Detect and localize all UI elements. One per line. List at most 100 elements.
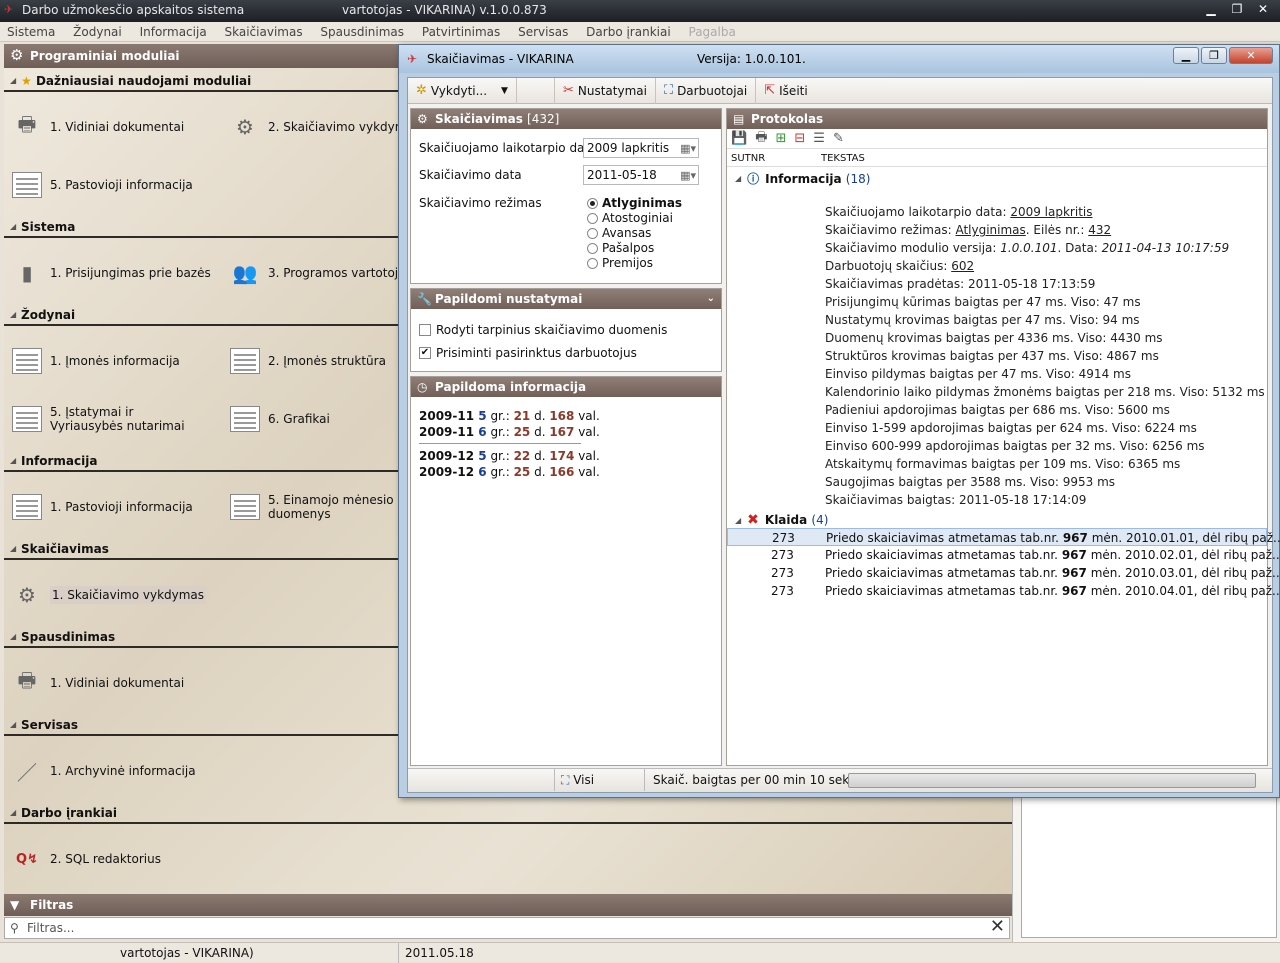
error-row[interactable]: 273 Priedo skaiciavimas atmetamas tab.nr.…: [727, 564, 1280, 582]
settings-button[interactable]: ✂ Nustatymai: [555, 77, 656, 104]
collapse-arrow-icon[interactable]: ◢: [735, 174, 741, 183]
log-line: Duomenų krovimas baigtas per 4336 ms. Vi…: [825, 331, 1163, 345]
date-input[interactable]: 2011-05-18 ▦▾: [583, 165, 699, 185]
module-skaiciavimo-vykdymas-fav[interactable]: ⚙ 2. Skaičiavimo vykdymas: [230, 112, 420, 142]
group-label: Klaida: [764, 513, 808, 527]
mode-radio-atostoginiai[interactable]: Atostoginiai: [587, 211, 673, 225]
checkbox-label: Prisiminti pasirinktus darbuotojus: [436, 346, 637, 360]
mode-radio-premijos[interactable]: Premijos: [587, 256, 653, 270]
log-line: Kalendorinio laiko pildymas žmonėms baig…: [825, 385, 1265, 399]
maximize-button[interactable]: ❐: [1224, 0, 1250, 18]
section-darbo-irankiai[interactable]: ◢ Darbo įrankiai: [4, 802, 1012, 824]
filter-input[interactable]: ⚲ Filtras... ✕: [4, 917, 1010, 939]
menu-sistema[interactable]: Sistema: [0, 22, 62, 42]
error-row[interactable]: 273 Priedo skaiciavimas atmetamas tab.nr.…: [727, 546, 1280, 564]
module-vidiniai-dokumentai[interactable]: 🖶 1. Vidiniai dokumentai: [12, 112, 185, 142]
collapse-chevron-icon[interactable]: ⌄: [707, 289, 715, 309]
menu-spausdinimas[interactable]: Spausdinimas: [313, 22, 411, 42]
module-grafikai[interactable]: 6. Grafikai: [230, 404, 330, 434]
module-archyvine-informacija[interactable]: ／ 1. Archyvinė informacija: [12, 756, 196, 786]
mode-label: Skaičiavimo režimas: [419, 196, 542, 210]
exit-button[interactable]: ⇱ Išeiti: [756, 78, 815, 104]
minimize-button[interactable]: ▁: [1198, 0, 1224, 18]
employees-button[interactable]: ⛶ Darbuotojai: [656, 77, 757, 104]
period-input[interactable]: 2009 lapkritis ▦▾: [583, 138, 699, 158]
dialog-maximize-button[interactable]: ❐: [1201, 47, 1227, 64]
menu-pagalba[interactable]: Pagalba: [682, 22, 743, 42]
print-icon[interactable]: 🖶: [755, 128, 767, 150]
expand-all-icon[interactable]: ⊞: [775, 131, 786, 146]
collapse-all-icon[interactable]: ⊟: [794, 131, 805, 146]
log-line: Prisijungimų kūrimas baigtas per 47 ms. …: [825, 295, 1141, 309]
period-value: 2009 lapkritis: [587, 141, 670, 155]
radio-dot: [587, 212, 598, 224]
dialog-minimize-button[interactable]: ▁: [1173, 47, 1199, 64]
close-button[interactable]: ✕: [1250, 0, 1276, 18]
collapse-arrow-icon: ◢: [10, 76, 17, 85]
collapse-arrow-icon[interactable]: ◢: [735, 516, 741, 525]
error-row[interactable]: 273 Priedo skaiciavimas atmetamas tab.nr.…: [727, 582, 1280, 600]
module-prisijungimas[interactable]: ▮ 1. Prisijungimas prie bazės: [12, 258, 210, 288]
error-group-row[interactable]: ◢ ✖ Klaida (4): [735, 512, 828, 528]
clear-filter-icon[interactable]: ✕: [990, 917, 1005, 937]
calendar-icon[interactable]: ▦▾: [680, 140, 696, 158]
list-icon[interactable]: ☰: [813, 131, 825, 146]
radio-dot: [587, 227, 598, 239]
module-skaiciavimo-vykdymas[interactable]: ⚙ 1. Skaičiavimo vykdymas: [12, 580, 207, 610]
status-filter[interactable]: ⛶ Visi: [554, 769, 594, 791]
module-imones-informacija[interactable]: 1. Įmonės informacija: [12, 346, 180, 376]
checkbox-box: ✔: [419, 347, 431, 359]
menu-skaiciavimas[interactable]: Skaičiavimas: [218, 22, 310, 42]
show-intermediate-checkbox[interactable]: Rodyti tarpinius skaičiavimo duomenis: [419, 323, 667, 337]
info-group-row[interactable]: ◢ ⓘ Informacija (18): [735, 170, 870, 187]
module-programos-vartotojai[interactable]: 👥 3. Programos vartotojai: [230, 258, 409, 288]
module-label: 1. Vidiniai dokumentai: [50, 120, 185, 134]
col-sutnr[interactable]: SUTNR: [731, 151, 765, 167]
calc-count: [432]: [527, 112, 560, 126]
radio-label: Avansas: [602, 226, 652, 240]
module-pastovioji-informacija-fav[interactable]: 5. Pastovioji informacija: [12, 170, 193, 200]
run-button[interactable]: ✲ Vykdyti... ▼: [408, 77, 517, 104]
module-sql-redaktorius[interactable]: Q↯ 2. SQL redaktorius: [12, 844, 161, 874]
save-icon[interactable]: 💾: [731, 131, 747, 146]
period-label: Skaičiuojamo laikotarpio data: [419, 141, 597, 155]
log-line: Nustatymų krovimas baigtas per 47 ms. Vi…: [825, 313, 1140, 327]
mode-radio-avansas[interactable]: Avansas: [587, 226, 651, 240]
tools-icon: ✂: [562, 83, 574, 98]
exit-label: Išeiti: [779, 83, 808, 98]
list-icon: [230, 346, 260, 376]
list-icon: [230, 404, 260, 434]
radio-label: Pašalpos: [602, 241, 655, 255]
module-einamojo-menesio[interactable]: 5. Einamojo mėnesio duomenys: [230, 492, 398, 522]
list-icon: [12, 404, 42, 434]
section-label: Darbo įrankiai: [21, 806, 117, 820]
menu-patvirtinimas[interactable]: Patvirtinimas: [415, 22, 507, 42]
calendar-icon[interactable]: ▦▾: [680, 167, 696, 185]
dialog-close-button[interactable]: ✕: [1229, 47, 1273, 64]
module-pastovioji-informacija[interactable]: 1. Pastovioji informacija: [12, 492, 193, 522]
log-line: Einviso 600-999 apdorojimas baigtas per …: [825, 439, 1205, 453]
error-row[interactable]: 273 Priedo skaiciavimas atmetamas tab.nr.…: [727, 528, 1280, 546]
filter-header[interactable]: ▼ Filtras: [4, 894, 1012, 916]
menu-informacija[interactable]: Informacija: [133, 22, 214, 42]
printer-icon: 🖶: [17, 668, 37, 692]
mode-radio-atlyginimas[interactable]: Atlyginimas: [587, 196, 682, 210]
menu-servisas[interactable]: Servisas: [511, 22, 575, 42]
edit-icon[interactable]: ✎: [833, 131, 844, 146]
extra-settings-header[interactable]: 🔧 Papildomi nustatymai ⌄: [411, 289, 721, 309]
dialog-logo-icon: ✈: [407, 52, 418, 66]
additional-info-header: ◷ Papildoma informacija: [411, 377, 721, 397]
mode-radio-pasalpos[interactable]: Pašalpos: [587, 241, 654, 255]
settings-label: Nustatymai: [577, 83, 647, 98]
col-tekstas[interactable]: TEKSTAS: [821, 151, 865, 167]
funnel-icon: ▼: [10, 898, 20, 912]
log-line: Struktūros krovimas baigtas per 437 ms. …: [825, 349, 1159, 363]
module-istatymai[interactable]: 5. Įstatymai ir Vyriausybės nutarimai: [12, 404, 212, 434]
hierarchy-icon: ⛶: [561, 773, 574, 787]
menu-darbo-irankiai[interactable]: Darbo įrankiai: [579, 22, 678, 42]
remember-employees-checkbox[interactable]: ✔ Prisiminti pasirinktus darbuotojus: [419, 346, 637, 360]
module-imones-struktura[interactable]: 2. Įmonės struktūra: [230, 346, 386, 376]
protocol-panel: ▤ Protokolas 💾 🖶 ⊞ ⊟ ☰ ✎ SUTNR TEKSTAS ◢ ⓘ…: [726, 108, 1280, 766]
module-vidiniai-dokumentai-print[interactable]: 🖶 1. Vidiniai dokumentai: [12, 668, 185, 698]
menu-zodynai[interactable]: Žodynai: [66, 22, 129, 42]
